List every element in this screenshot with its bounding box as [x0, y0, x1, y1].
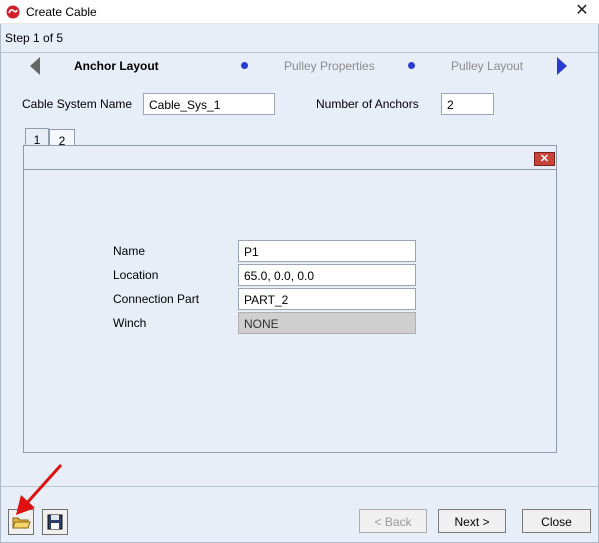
- folder-open-icon: [12, 517, 31, 529]
- panel-header: [24, 146, 556, 168]
- anchor-panel: ✕ Name P1 Location 65.0, 0.0, 0.0 Connec…: [23, 145, 557, 453]
- back-button[interactable]: < Back: [359, 509, 427, 533]
- floppy-save-icon: [47, 514, 63, 530]
- anchor-location-label: Location: [113, 268, 159, 282]
- save-button[interactable]: [42, 509, 68, 535]
- number-of-anchors-input[interactable]: 2: [441, 93, 494, 115]
- winch-label: Winch: [113, 316, 147, 330]
- cable-system-name-input[interactable]: Cable_Sys_1: [143, 93, 275, 115]
- open-button[interactable]: [8, 509, 34, 535]
- remove-anchor-close-icon[interactable]: ✕: [534, 152, 555, 166]
- window-close-button[interactable]: ✕: [570, 1, 594, 21]
- next-button[interactable]: Next >: [438, 509, 506, 533]
- divider: [1, 486, 599, 487]
- number-of-anchors-label: Number of Anchors: [316, 97, 419, 111]
- dialog-body: Step 1 of 5 Anchor Layout Pulley Propert…: [0, 24, 599, 543]
- wizard-step-anchor-layout: Anchor Layout: [74, 59, 159, 73]
- wizard-step-pulley-layout: Pulley Layout: [451, 59, 524, 73]
- cable-system-name-label: Cable System Name: [22, 97, 133, 111]
- divider: [24, 169, 556, 170]
- divider: [1, 52, 599, 53]
- title-bar: Create Cable ✕: [0, 0, 599, 24]
- connection-part-input[interactable]: PART_2: [238, 288, 416, 310]
- close-button[interactable]: Close: [522, 509, 591, 533]
- next-step-arrow-icon[interactable]: [557, 57, 567, 75]
- connection-part-label: Connection Part: [113, 292, 200, 306]
- anchor-location-input[interactable]: 65.0, 0.0, 0.0: [238, 264, 416, 286]
- anchor-name-label: Name: [113, 244, 146, 258]
- app-icon: [6, 5, 20, 19]
- winch-field: NONE: [238, 312, 416, 334]
- wizard-step-pulley-properties: Pulley Properties: [284, 59, 375, 73]
- window-title: Create Cable: [26, 5, 97, 19]
- step-dot-icon: [408, 62, 415, 69]
- step-indicator: Step 1 of 5: [5, 31, 64, 45]
- anchor-name-input[interactable]: P1: [238, 240, 416, 262]
- step-dot-icon: [241, 62, 248, 69]
- previous-step-arrow-icon[interactable]: [30, 57, 40, 75]
